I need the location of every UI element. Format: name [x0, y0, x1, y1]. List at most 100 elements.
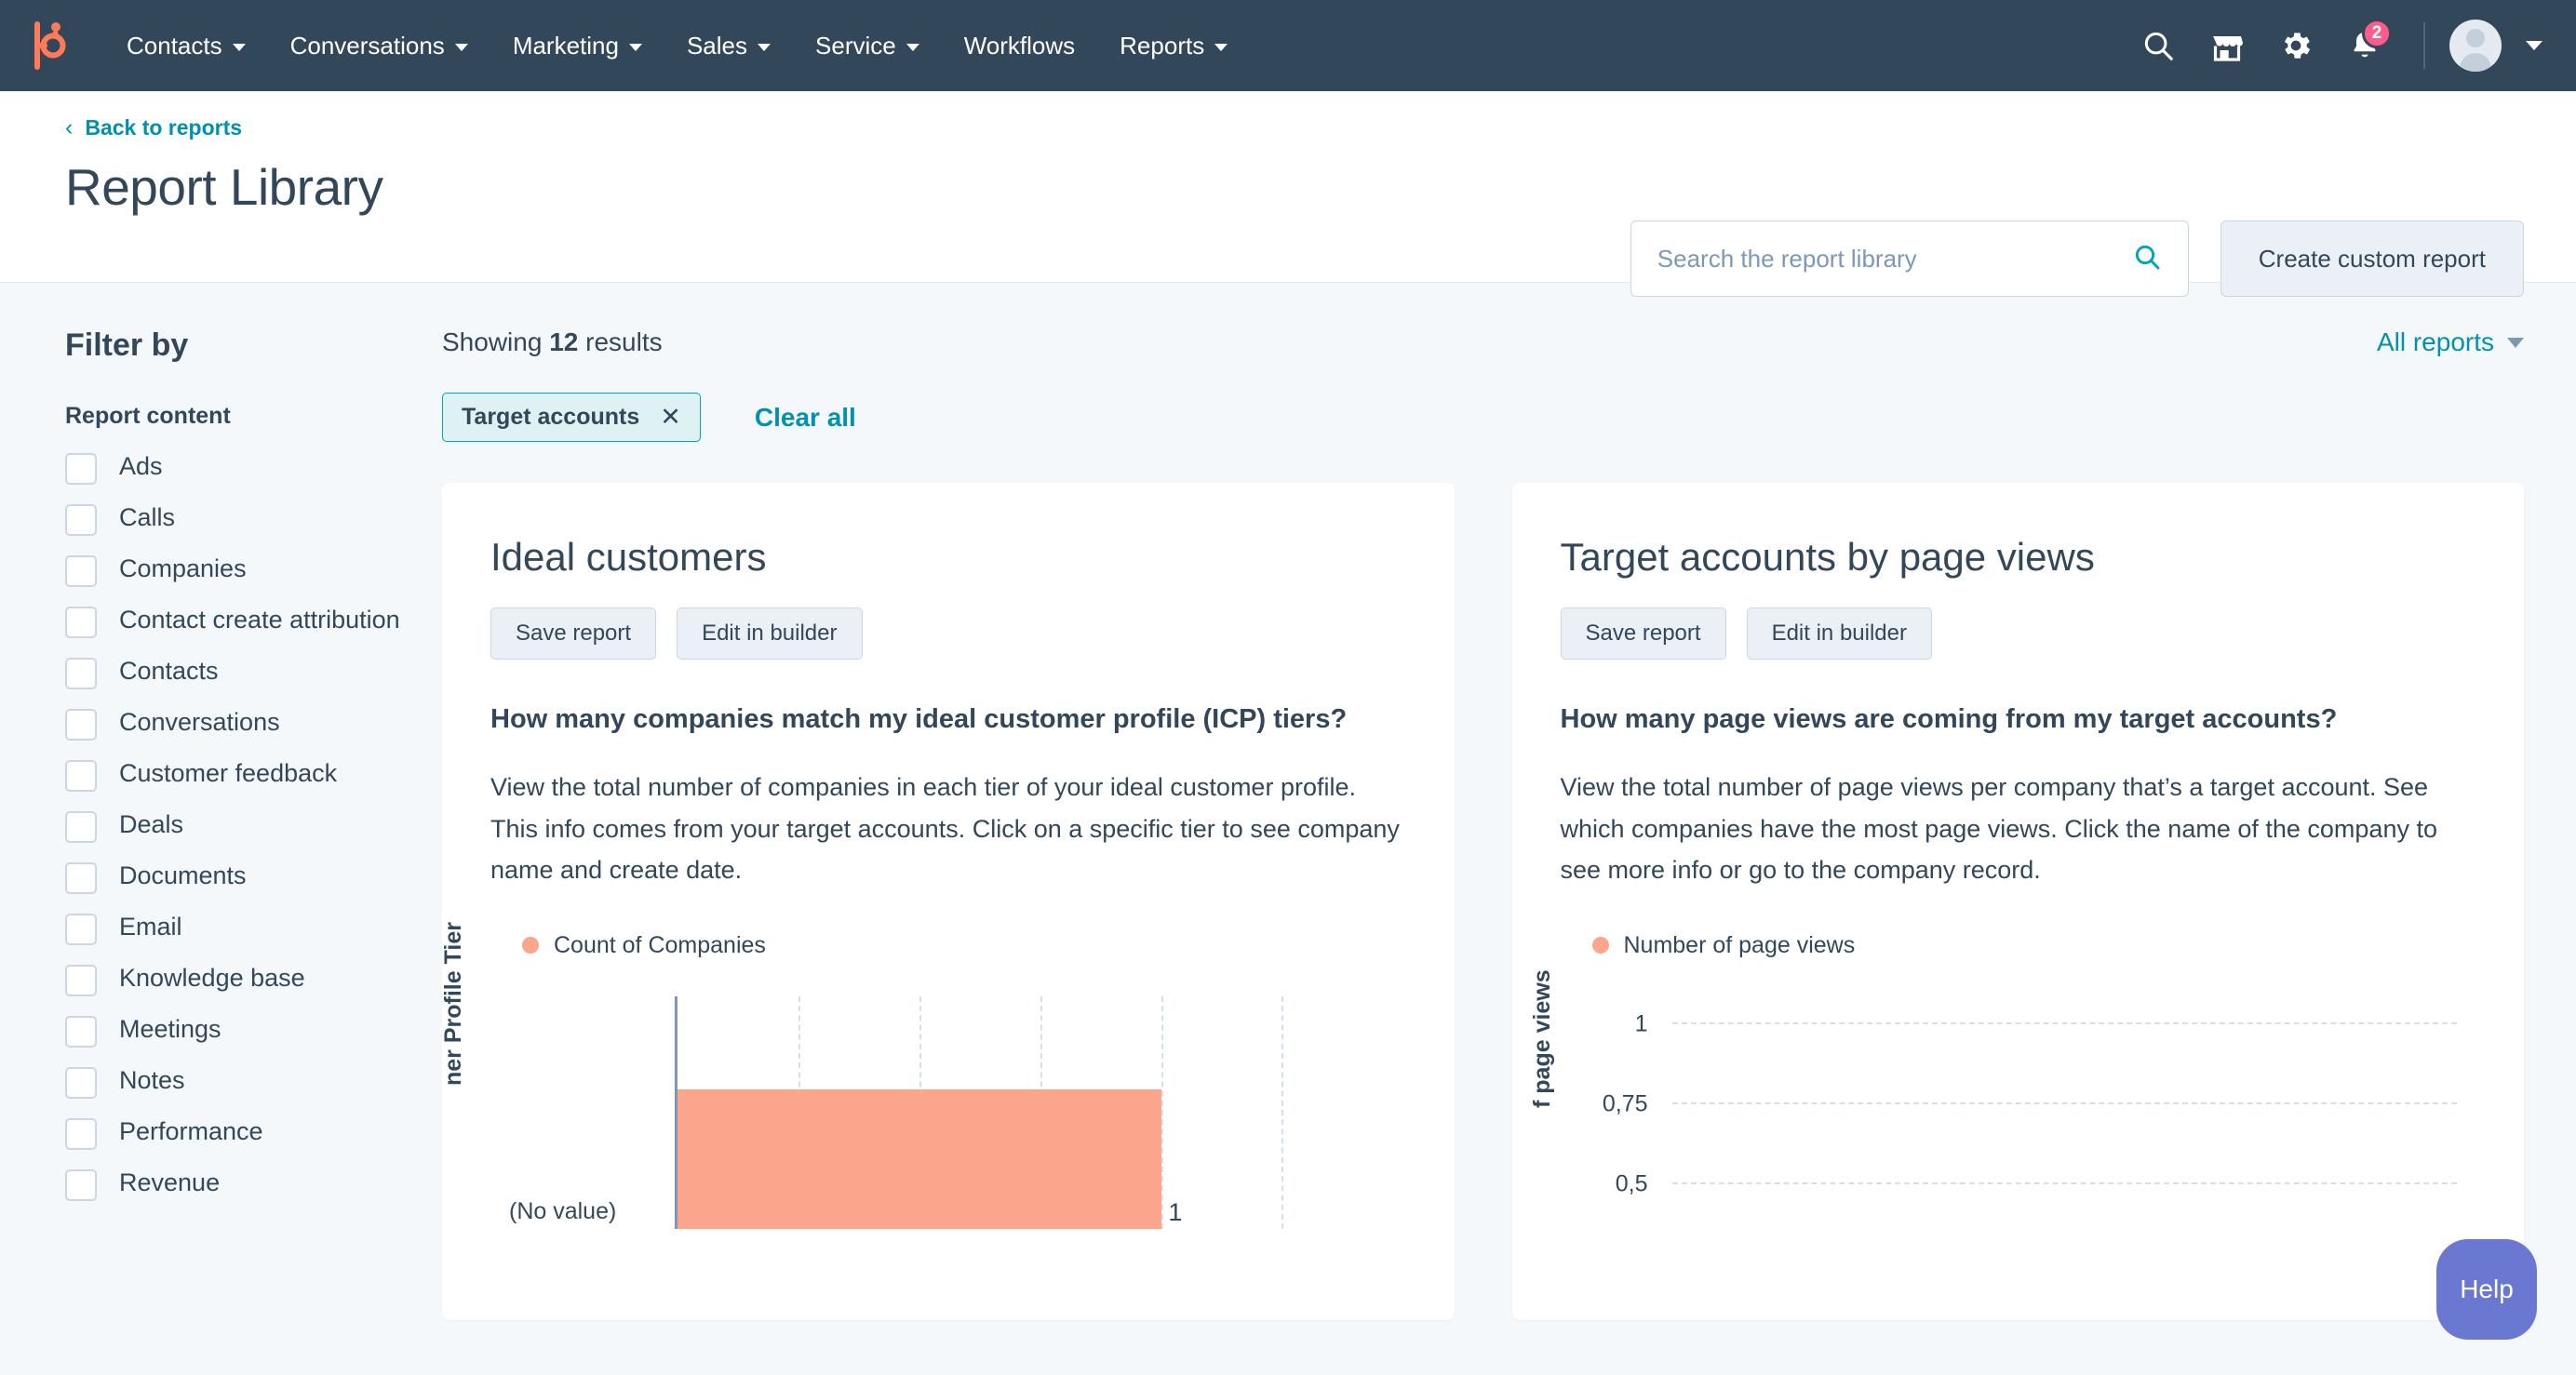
- account-menu-chevron-down-icon[interactable]: [2526, 41, 2542, 50]
- filter-chip-target-accounts[interactable]: Target accounts ✕: [442, 393, 701, 442]
- filter-item-label: Performance: [119, 1117, 263, 1145]
- marketplace-icon[interactable]: [2193, 11, 2261, 80]
- filter-item-label: Notes: [119, 1066, 185, 1094]
- checkbox-icon[interactable]: [65, 1016, 97, 1048]
- checkbox-icon[interactable]: [65, 965, 97, 996]
- chart-target-accounts-page-views[interactable]: f page views 1 0,75 0,5: [1529, 969, 2476, 1229]
- edit-in-builder-button[interactable]: Edit in builder: [677, 607, 863, 660]
- avatar[interactable]: [2449, 20, 2502, 72]
- report-card-ideal-customers[interactable]: Ideal customers Save report Edit in buil…: [442, 483, 1455, 1320]
- view-selector-label: All reports: [2376, 327, 2494, 356]
- filter-item-label: Knowledge base: [119, 964, 305, 992]
- filter-item-contact-create-attribution[interactable]: Contact create attribution: [65, 604, 442, 638]
- close-icon[interactable]: ✕: [660, 403, 681, 432]
- checkbox-icon[interactable]: [65, 555, 97, 587]
- nav-label: Marketing: [512, 31, 619, 60]
- settings-gear-icon[interactable]: [2261, 11, 2330, 80]
- nav-item-marketing[interactable]: Marketing: [490, 32, 664, 60]
- nav-item-service[interactable]: Service: [793, 32, 942, 60]
- report-card-title: Target accounts by page views: [1560, 535, 2095, 579]
- filter-item-conversations[interactable]: Conversations: [65, 706, 442, 741]
- avatar-body-shape: [2460, 53, 2491, 72]
- chart-y-tick-label: 0,5: [1615, 1170, 1648, 1197]
- chart-y-tick-label: 0,75: [1602, 1090, 1648, 1117]
- report-card-question: How many companies match my ideal custom…: [490, 704, 1348, 734]
- nav-label: Contacts: [127, 31, 222, 60]
- filter-item-calls[interactable]: Calls: [65, 501, 442, 536]
- filter-item-documents[interactable]: Documents: [65, 860, 442, 894]
- chart-gridline: 0,75: [1603, 1090, 2457, 1116]
- report-card-description: View the total number of page views per …: [1560, 773, 2437, 885]
- filter-item-contacts[interactable]: Contacts: [65, 655, 442, 689]
- filter-item-label: Meetings: [119, 1015, 221, 1043]
- nav-label: Reports: [1120, 31, 1205, 60]
- filter-item-label: Customer feedback: [119, 759, 338, 787]
- notifications-bell-icon[interactable]: 2: [2330, 11, 2399, 80]
- help-button[interactable]: Help: [2436, 1239, 2537, 1340]
- page-content: Filter by Report content Ads Calls Compa…: [0, 283, 2576, 1375]
- nav-item-workflows[interactable]: Workflows: [942, 32, 1097, 60]
- checkbox-icon[interactable]: [65, 1118, 97, 1150]
- filter-item-email[interactable]: Email: [65, 911, 442, 945]
- checkbox-icon[interactable]: [65, 1169, 97, 1201]
- filter-item-performance[interactable]: Performance: [65, 1115, 442, 1150]
- primary-nav-links: Contacts Conversations Marketing Sales S…: [104, 32, 1250, 60]
- results-summary-row: Showing 12 results All reports: [442, 327, 2524, 357]
- nav-item-reports[interactable]: Reports: [1097, 32, 1250, 60]
- chart-plot-area: 1 0,75 0,5: [1603, 996, 2457, 1229]
- checkbox-icon[interactable]: [65, 760, 97, 792]
- filter-item-knowledge-base[interactable]: Knowledge base: [65, 962, 442, 996]
- notification-badge: 2: [2362, 19, 2392, 48]
- chart-gridline: 1: [1635, 1010, 2457, 1036]
- nav-item-conversations[interactable]: Conversations: [268, 32, 490, 60]
- search-input[interactable]: [1657, 244, 2132, 274]
- filter-item-deals[interactable]: Deals: [65, 808, 442, 843]
- checkbox-icon[interactable]: [65, 658, 97, 689]
- checkbox-icon[interactable]: [65, 709, 97, 741]
- checkbox-icon[interactable]: [65, 607, 97, 638]
- save-report-button[interactable]: Save report: [490, 607, 657, 660]
- report-card-actions: Save report Edit in builder: [1560, 607, 2476, 660]
- chevron-down-icon: [2507, 337, 2524, 348]
- report-card-target-accounts-by-page-views[interactable]: Target accounts by page views Save repor…: [1511, 483, 2524, 1320]
- nav-item-contacts[interactable]: Contacts: [104, 32, 268, 60]
- legend-label: Count of Companies: [554, 931, 766, 958]
- filter-item-companies[interactable]: Companies: [65, 553, 442, 587]
- search-icon[interactable]: [2124, 11, 2193, 80]
- chevron-down-icon: [454, 44, 468, 51]
- checkbox-icon[interactable]: [65, 504, 97, 536]
- filter-item-ads[interactable]: Ads: [65, 450, 442, 485]
- nav-item-sales[interactable]: Sales: [664, 32, 793, 60]
- chart-y-tick-label: 1: [1634, 1010, 1648, 1037]
- clear-all-filters-link[interactable]: Clear all: [755, 403, 856, 433]
- filter-item-customer-feedback[interactable]: Customer feedback: [65, 757, 442, 792]
- active-filters-row: Target accounts ✕ Clear all: [442, 393, 2524, 442]
- nav-utility-icons: 2: [2124, 11, 2542, 80]
- save-report-button[interactable]: Save report: [1560, 607, 1726, 660]
- checkbox-icon[interactable]: [65, 811, 97, 843]
- checkbox-icon[interactable]: [65, 914, 97, 945]
- chart-category-label: (No value): [509, 1197, 617, 1224]
- top-navigation-bar: Contacts Conversations Marketing Sales S…: [0, 0, 2576, 91]
- chart-bar[interactable]: [678, 1088, 1161, 1229]
- filter-item-revenue[interactable]: Revenue: [65, 1167, 442, 1201]
- showing-suffix: results: [578, 327, 663, 356]
- edit-in-builder-button[interactable]: Edit in builder: [1746, 607, 1932, 660]
- view-selector-all-reports[interactable]: All reports: [2377, 327, 2524, 357]
- results-panel: Showing 12 results All reports Target ac…: [442, 283, 2576, 1375]
- filter-item-notes[interactable]: Notes: [65, 1064, 442, 1099]
- results-count: 12: [549, 327, 579, 356]
- chart-ideal-customers[interactable]: ner Profile Tier (No value) 1: [442, 922, 1406, 1229]
- checkbox-icon[interactable]: [65, 453, 97, 485]
- search-icon[interactable]: [2132, 242, 2162, 276]
- hubspot-sprocket-icon: [34, 21, 66, 70]
- checkbox-icon[interactable]: [65, 862, 97, 894]
- hubspot-logo[interactable]: [20, 20, 71, 71]
- back-to-reports-link[interactable]: ‹ Back to reports: [65, 115, 242, 140]
- nav-label: Workflows: [963, 31, 1076, 60]
- filter-item-meetings[interactable]: Meetings: [65, 1013, 442, 1048]
- report-card-question: How many page views are coming from my t…: [1560, 704, 2338, 734]
- filter-item-label: Revenue: [119, 1168, 221, 1196]
- nav-label: Conversations: [289, 31, 445, 60]
- checkbox-icon[interactable]: [65, 1067, 97, 1099]
